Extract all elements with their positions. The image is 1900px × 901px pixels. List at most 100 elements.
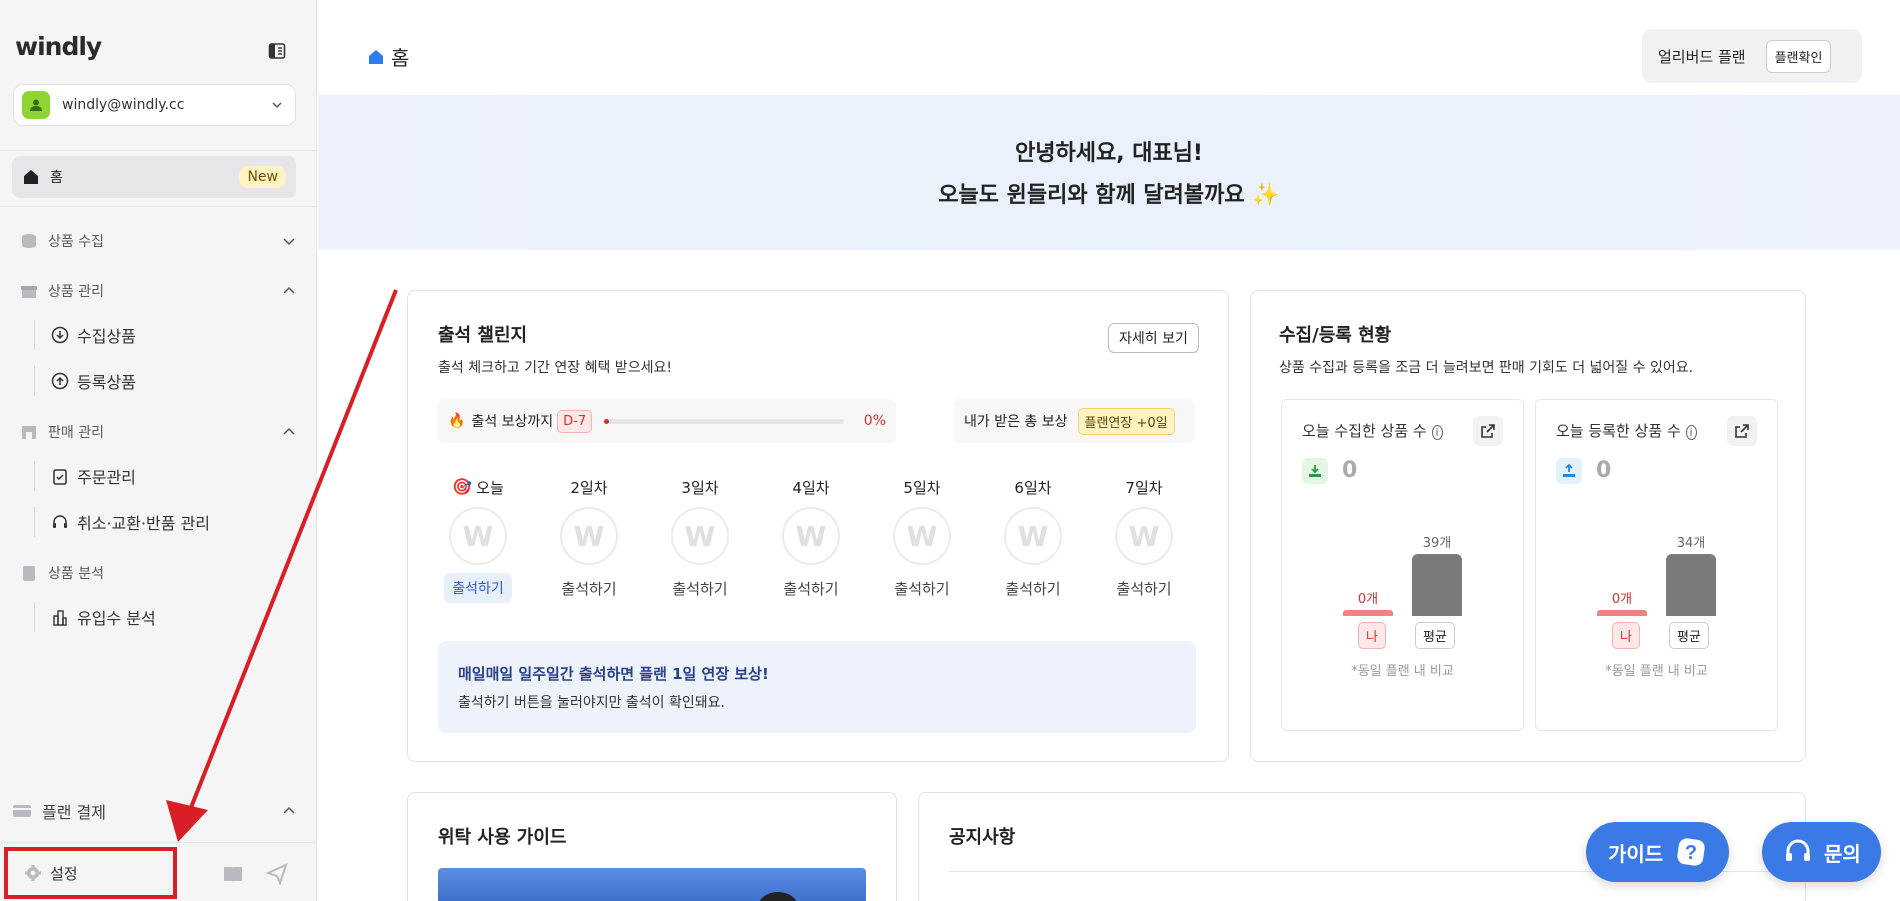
book-icon[interactable] [222,863,244,885]
building-icon [53,610,67,626]
consignment-guide-card: 위탁 사용 가이드 [407,792,897,901]
compare-note: *동일 플랜 내 비교 [1605,664,1708,679]
info-icon[interactable]: i [1685,425,1697,440]
divider [0,150,317,151]
user-icon [22,91,50,119]
sidebar-item-plan-payment[interactable]: 플랜 결제 [12,796,296,826]
sidebar-item-label: 수집상품 [77,327,136,346]
guide-thumbnail-figure [758,892,798,901]
guide-fab-button[interactable]: 가이드 ? [1586,822,1730,882]
attendance-coin-icon: W [671,507,729,565]
sidebar-item-label: 플랜 결제 [42,803,106,822]
sidebar-item-product-collect[interactable]: 상품 수집 [20,228,296,254]
bar-avg [1666,554,1716,616]
account-email: windly@windly.cc [62,97,185,113]
attendance-coin-icon: W [782,507,840,565]
card-title: 공지사항 [949,827,1016,848]
attendance-coin-icon: W [1115,507,1173,565]
bar-label-me: 0개 [1611,592,1633,607]
card-subtitle: 출석 체크하고 기간 연장 혜택 받으세요! [438,360,672,376]
progress-fill [604,418,610,424]
sidebar-item-registered-products[interactable]: 등록상품 [34,366,284,396]
settings-label: 설정 [50,864,78,883]
target-icon: 🎯 [452,477,473,496]
headset-icon [1786,839,1810,861]
database-icon [22,234,36,248]
day-label: 6일차 [1014,479,1052,497]
guide-thumbnail[interactable] [438,868,866,901]
attendance-coin-icon: W [449,507,507,565]
card-title: 위탁 사용 가이드 [438,827,567,848]
attendance-day: 3일차 W 출석하기 [655,477,745,604]
store-icon [22,426,36,439]
sidebar-collapse-icon[interactable] [268,42,286,60]
total-reward: 내가 받은 총 보상 플랜연장 +0일 [954,399,1194,443]
settings-button[interactable]: 설정 [4,847,177,899]
sidebar-item-label: 홈 [50,170,63,186]
attendance-day: 5일차 W 출석하기 [877,477,967,604]
attendance-day: 🎯 오늘 W 출석하기 [433,477,523,603]
sidebar-item-label: 상품 관리 [48,284,104,300]
gear-icon [25,865,41,881]
sidebar: windly windly@windly.cc 홈 New 상품 수집 상품 관… [0,0,317,901]
welcome-banner: 안녕하세요, 대표님! 오늘도 윈들리와 함께 달려볼까요 ✨ [318,95,1900,250]
attendance-check-button[interactable]: 출석하기 [997,573,1068,604]
sidebar-item-sales-manage[interactable]: 판매 관리 [20,419,296,445]
home-icon [24,170,38,184]
attendance-check-button[interactable]: 출석하기 [553,573,624,604]
sidebar-item-orders[interactable]: 주문관리 [34,461,284,491]
sidebar-item-label: 상품 분석 [48,566,104,582]
attendance-day: 4일차 W 출석하기 [766,477,856,604]
day-label: 4일차 [792,479,830,497]
attendance-coin-icon: W [1004,507,1062,565]
sidebar-item-returns[interactable]: 취소·교환·반품 관리 [34,507,284,537]
sidebar-item-label: 등록상품 [77,373,136,392]
bar-avg [1412,554,1462,616]
attendance-day: 6일차 W 출석하기 [988,477,1078,604]
external-link-icon[interactable] [1727,416,1757,446]
sidebar-item-label: 유입수 분석 [77,609,156,628]
stat-title: 오늘 수집한 상품 수 i [1302,420,1443,441]
banner-message: 오늘도 윈들리와 함께 달려볼까요 ✨ [938,183,1280,208]
inquiry-fab-button[interactable]: 문의 [1762,822,1881,882]
progress-label: 출석 보상까지 [471,414,554,430]
attendance-check-button[interactable]: 출석하기 [1108,573,1179,604]
bar-label-avg: 34개 [1676,536,1706,551]
send-icon[interactable] [266,863,288,885]
sidebar-item-traffic-analysis[interactable]: 유입수 분석 [34,602,284,632]
stat-title: 오늘 등록한 상품 수 i [1556,420,1697,441]
stat-value: 0 [1596,458,1612,483]
page-title: 홈 [367,42,409,71]
gift-icon [21,286,37,298]
sidebar-item-label: 주문관리 [77,468,136,487]
external-link-icon[interactable] [1473,416,1503,446]
progress-bar [604,418,845,424]
sidebar-item-product-manage[interactable]: 상품 관리 [20,278,296,304]
plan-info: 얼리버드 플랜 플랜확인 [1642,29,1862,83]
sidebar-item-product-analysis[interactable]: 상품 분석 [20,560,296,586]
download-circle-icon [51,326,69,344]
day-label: 5일차 [903,479,941,497]
sidebar-item-home[interactable]: 홈 New [12,156,296,198]
fab-label: 가이드 [1608,841,1664,866]
info-icon[interactable]: i [1431,425,1443,440]
attendance-check-button[interactable]: 출석하기 [886,573,957,604]
detail-button[interactable]: 자세히 보기 [1108,323,1199,353]
day-label: 7일차 [1125,479,1163,497]
upload-circle-icon [51,372,69,390]
plan-check-button[interactable]: 플랜확인 [1765,39,1832,73]
chevron-up-icon [283,427,295,435]
progress-percent: 0% [863,413,886,429]
attendance-check-button[interactable]: 출석하기 [775,573,846,604]
credit-card-icon [13,805,31,817]
sidebar-item-label: 취소·교환·반품 관리 [77,514,211,533]
attendance-check-button[interactable]: 출석하기 [444,573,512,603]
attendance-check-button[interactable]: 출석하기 [664,573,735,604]
fire-icon: 🔥 [448,413,466,429]
tag-avg: 평균 [1669,622,1709,649]
account-selector[interactable]: windly@windly.cc [13,84,296,126]
question-icon: ? [1677,838,1705,866]
sidebar-item-collected-products[interactable]: 수집상품 [34,320,284,350]
upload-icon [1556,458,1582,484]
app-logo[interactable]: windly [15,32,102,61]
